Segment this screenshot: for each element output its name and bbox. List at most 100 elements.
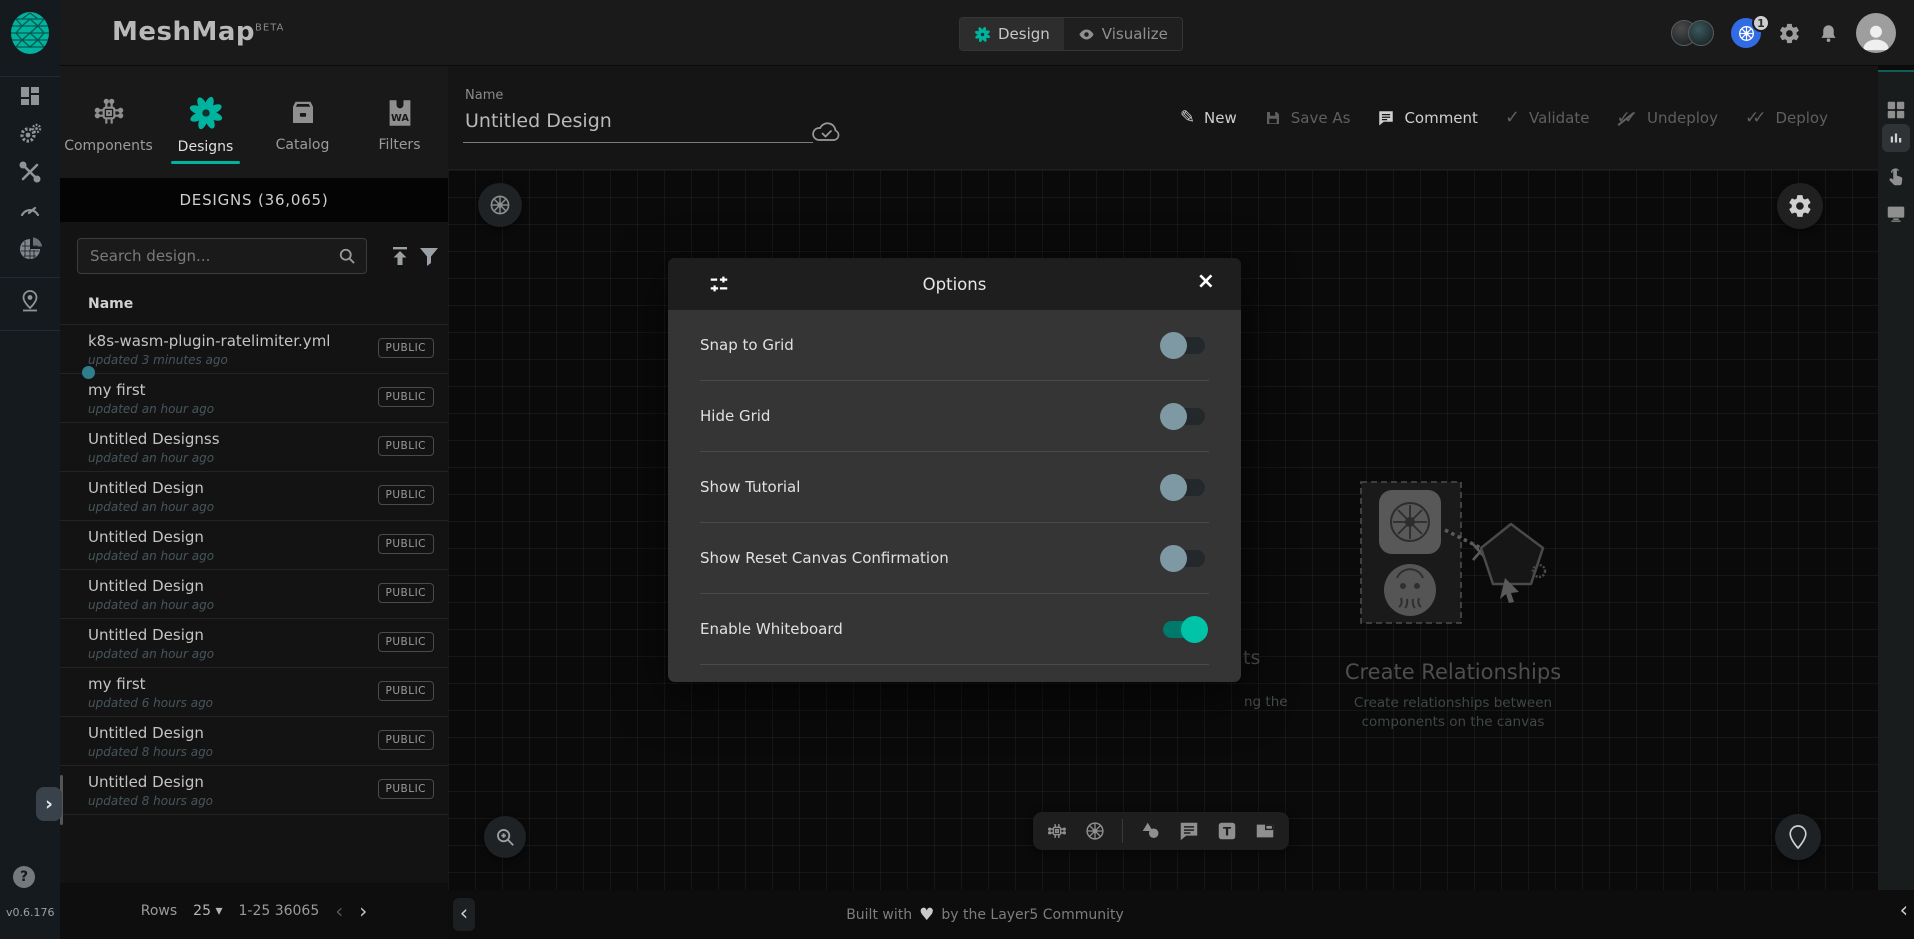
options-modal-header[interactable]: Options × — [668, 258, 1241, 310]
dock-component-icon[interactable] — [1046, 820, 1068, 842]
option-row-show-tutorial: Show Tutorial — [700, 452, 1209, 523]
design-row[interactable]: Untitled Design updated 8 hours ago PUBL… — [60, 766, 448, 815]
comment-icon — [1377, 109, 1395, 127]
enable-whiteboard-toggle[interactable] — [1163, 621, 1205, 638]
search-input[interactable] — [78, 247, 337, 265]
hide-grid-toggle[interactable] — [1163, 408, 1205, 425]
collaborator-avatar-2[interactable] — [1688, 20, 1714, 46]
app-version: v0.6.176 — [6, 906, 55, 919]
left-rail: › ? v0.6.176 — [0, 0, 60, 939]
design-row[interactable]: Untitled Design updated an hour ago PUBL… — [60, 570, 448, 619]
show-reset-canvas-confirmation-toggle[interactable] — [1163, 550, 1205, 567]
beta-tag: BETA — [255, 22, 284, 33]
mode-toggle: Design Visualize — [959, 17, 1183, 51]
visibility-badge: PUBLIC — [378, 779, 435, 799]
droplet-button[interactable] — [1775, 814, 1821, 860]
previous-page-button[interactable]: ‹ — [335, 901, 343, 921]
dock-media-icon[interactable] — [1254, 820, 1276, 842]
dock-divider — [1122, 819, 1123, 843]
layer5-logo[interactable] — [8, 11, 52, 55]
pencil-icon: ✎ — [1180, 109, 1195, 127]
tab-catalog[interactable]: Catalog — [254, 66, 351, 178]
search-icon[interactable] — [337, 246, 357, 266]
floppy-icon — [1264, 109, 1282, 127]
collaborator-presence-dot — [82, 366, 95, 379]
catalog-drawer-icon — [288, 98, 318, 128]
design-row[interactable]: my first updated an hour ago PUBLIC — [60, 374, 448, 423]
design-search[interactable] — [77, 238, 367, 274]
user-avatar[interactable] — [1856, 13, 1896, 53]
undeploy-icon: ✓✓ — [1616, 110, 1638, 127]
option-row-show-reset-confirmation: Show Reset Canvas Confirmation — [700, 523, 1209, 594]
dock-comment-icon[interactable] — [1178, 820, 1200, 842]
kubernetes-context-chip[interactable]: 1 — [1731, 18, 1761, 48]
cloud-saved-icon — [811, 121, 841, 143]
visibility-badge: PUBLIC — [378, 681, 435, 701]
design-row[interactable]: Untitled Design updated 8 hours ago PUBL… — [60, 717, 448, 766]
design-row[interactable]: k8s-wasm-plugin-ratelimiter.yml updated … — [60, 325, 448, 374]
design-name-input[interactable] — [463, 108, 813, 143]
canvas-settings-button[interactable] — [1777, 183, 1823, 229]
notifications-bell-icon[interactable] — [1818, 23, 1839, 44]
help-button[interactable]: ? — [13, 866, 35, 888]
dashboard-icon[interactable] — [18, 84, 42, 108]
tune-sliders-icon — [708, 273, 730, 295]
modal-title: Options — [923, 275, 987, 294]
settings-gear-icon[interactable] — [1778, 22, 1801, 45]
performance-gauge-icon[interactable] — [18, 198, 42, 222]
filter-funnel-icon[interactable] — [417, 244, 441, 268]
design-row[interactable]: Untitled Design updated an hour ago PUBL… — [60, 619, 448, 668]
footer-credit: Built with ♥ by the Layer5 Community — [745, 890, 1225, 939]
close-icon[interactable]: × — [1197, 271, 1215, 293]
undeploy-button[interactable]: ✓✓ Undeploy — [1616, 109, 1717, 127]
tab-designs[interactable]: Designs — [157, 66, 254, 178]
create-relationships-description: Create relationships between components … — [1303, 694, 1603, 732]
display-icon[interactable] — [1885, 202, 1907, 224]
tab-visualize-mode[interactable]: Visualize — [1064, 18, 1182, 50]
designs-spiral-icon — [189, 96, 223, 130]
option-row-enable-whiteboard: Enable Whiteboard — [700, 594, 1209, 665]
save-as-button[interactable]: Save As — [1264, 109, 1351, 127]
collapse-left-chevron[interactable]: ‹ — [453, 898, 475, 931]
comment-button[interactable]: Comment — [1377, 109, 1478, 127]
canvas-actions: ✎ New Save As Comment ✓ Validate ✓✓ Unde… — [1180, 66, 1828, 170]
rail-divider — [0, 76, 60, 77]
expand-panel-button[interactable]: › — [36, 787, 62, 821]
design-row[interactable]: Untitled Designss updated an hour ago PU… — [60, 423, 448, 472]
collapse-right-chevron[interactable]: ‹ — [1900, 898, 1908, 922]
touch-interaction-icon[interactable] — [1885, 166, 1907, 188]
lifecycle-gears-icon[interactable] — [18, 122, 42, 146]
dock-text-icon[interactable]: T — [1216, 820, 1238, 842]
upload-design-icon[interactable] — [388, 244, 412, 268]
heart-icon: ♥ — [919, 905, 934, 925]
meshmap-pin-icon[interactable] — [18, 289, 42, 313]
deploy-button[interactable]: ✓✓ Deploy — [1745, 109, 1828, 127]
visibility-badge: PUBLIC — [378, 632, 435, 652]
design-row[interactable]: my first updated 6 hours ago PUBLIC — [60, 668, 448, 717]
widgets-icon[interactable] — [1885, 99, 1907, 121]
caret-down-icon: ▾ — [215, 903, 222, 919]
dock-shapes-icon[interactable] — [1139, 820, 1162, 842]
rows-per-page-select[interactable]: 25 ▾ — [193, 903, 222, 919]
extensions-mesh-icon[interactable] — [18, 237, 42, 261]
show-tutorial-toggle[interactable] — [1163, 479, 1205, 496]
snap-to-grid-toggle[interactable] — [1163, 337, 1205, 354]
deploy-icon: ✓✓ — [1745, 110, 1767, 127]
topbar-right-cluster: 1 — [1671, 13, 1896, 53]
check-icon: ✓ — [1505, 109, 1520, 127]
tab-design-mode[interactable]: Design — [960, 18, 1064, 50]
tab-filters[interactable]: WA Filters — [351, 66, 448, 178]
dock-kubernetes-icon[interactable] — [1084, 820, 1106, 842]
kubernetes-cluster-button[interactable] — [478, 183, 522, 227]
top-bar: MeshMapBETA Design Visualize 1 — [60, 0, 1914, 66]
design-row[interactable]: Untitled Design updated an hour ago PUBL… — [60, 472, 448, 521]
validate-button[interactable]: ✓ Validate — [1505, 109, 1590, 127]
zoom-button[interactable] — [484, 816, 526, 858]
new-button[interactable]: ✎ New — [1180, 109, 1237, 127]
next-page-button[interactable]: › — [359, 901, 367, 921]
design-list: k8s-wasm-plugin-ratelimiter.yml updated … — [60, 324, 448, 815]
toolbox-icon[interactable] — [18, 160, 42, 184]
design-row[interactable]: Untitled Design updated an hour ago PUBL… — [60, 521, 448, 570]
tab-components[interactable]: Components — [60, 66, 157, 178]
analytics-panel-button[interactable] — [1882, 124, 1910, 152]
